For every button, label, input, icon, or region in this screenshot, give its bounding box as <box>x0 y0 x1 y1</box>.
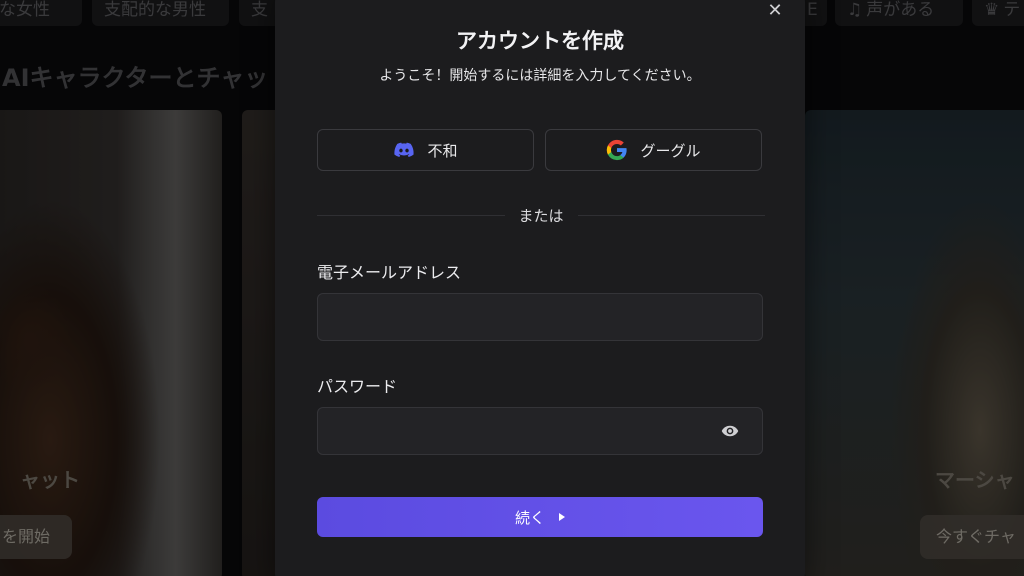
google-icon <box>607 139 628 161</box>
create-account-modal: ✕ アカウントを作成 ようこそ！開始するには詳細を入力してください。 不和 グー… <box>275 0 805 576</box>
play-icon <box>559 513 565 521</box>
divider-line-right <box>577 214 766 216</box>
discord-icon <box>394 142 415 158</box>
password-label: パスワード <box>317 377 398 396</box>
google-login-label: グーグル <box>640 141 701 160</box>
continue-button[interactable]: 続く <box>317 497 763 537</box>
or-divider: または <box>317 205 766 225</box>
continue-label: 続く <box>514 508 545 527</box>
discord-login-label: 不和 <box>427 141 458 160</box>
close-icon[interactable]: ✕ <box>764 0 786 22</box>
divider-line-left <box>317 214 505 216</box>
google-login-button[interactable]: グーグル <box>545 129 762 171</box>
discord-login-button[interactable]: 不和 <box>317 129 534 171</box>
email-label: 電子メールアドレス <box>317 263 462 282</box>
modal-subtitle: ようこそ！開始するには詳細を入力してください。 <box>379 68 701 84</box>
email-field[interactable] <box>317 293 763 341</box>
password-field[interactable] <box>317 407 763 455</box>
modal-title: アカウントを作成 <box>456 29 624 53</box>
eye-icon[interactable] <box>719 422 741 440</box>
divider-text: または <box>518 206 564 225</box>
